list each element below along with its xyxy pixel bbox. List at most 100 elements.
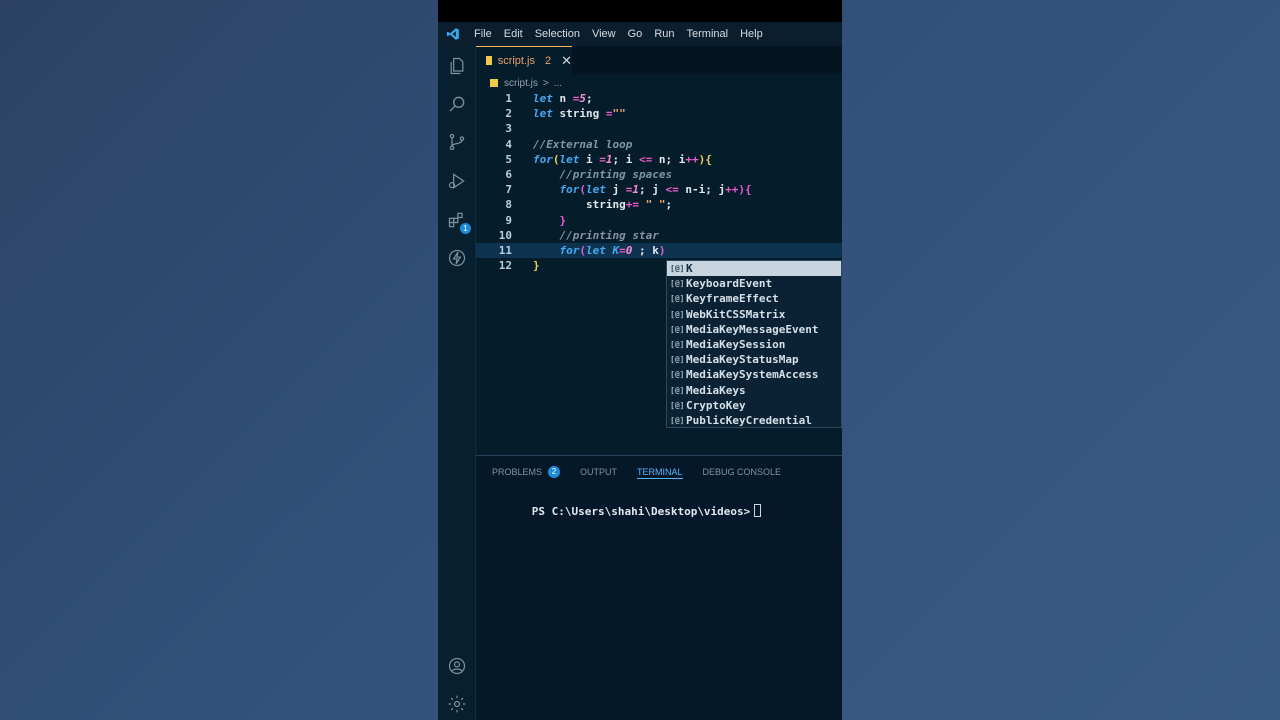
code-token: ; (665, 198, 673, 212)
suggestion-item[interactable]: [@] MediaKeyMessageEvent (667, 322, 841, 337)
code-line[interactable]: 9 } (476, 213, 842, 228)
line-number: 6 (505, 168, 512, 181)
breadcrumb-separator: > (542, 77, 549, 89)
code-line[interactable]: 2 let string ="" (476, 106, 842, 121)
code-line[interactable]: 11 for(let K=0 ; k) (476, 243, 842, 258)
code-token: ++ (725, 183, 739, 197)
suggestion-item[interactable]: [@] KeyboardEvent (667, 276, 841, 291)
breadcrumb-file[interactable]: script.js (504, 78, 538, 89)
suggestion-item[interactable]: [@] MediaKeys (667, 383, 841, 398)
terminal-prompt-line[interactable]: PS C:\Users\shahi\Desktop\videos> (492, 491, 762, 531)
variable-icon: [@] (670, 324, 685, 334)
suggestion-item[interactable]: [@] KeyframeEffect (667, 291, 841, 306)
bottom-panel: PROBLEMS 2 OUTPUT TERMINAL DEBUG CONSOLE… (476, 455, 842, 720)
suggestion-item[interactable]: [@] CryptoKey (667, 398, 841, 413)
suggestion-label: WebKitCSSMatrix (686, 307, 786, 321)
suggestion-item[interactable]: [@] MediaKeyStatusMap (667, 352, 841, 367)
line-number: 5 (505, 152, 512, 166)
menu-selection[interactable]: Selection (529, 28, 586, 40)
tab-debug-console[interactable]: DEBUG CONSOLE (703, 465, 782, 479)
suggestion-item[interactable]: [@] WebKitCSSMatrix (667, 307, 841, 322)
lightning-icon[interactable] (445, 246, 469, 270)
suggestion-label: MediaKeys (686, 383, 746, 397)
line-number: 8 (505, 198, 512, 212)
variable-icon: [@] (670, 309, 685, 319)
window-top-bar (438, 0, 842, 22)
suggestion-item[interactable]: [@] K (667, 261, 841, 277)
close-icon[interactable]: ✕ (561, 53, 572, 69)
tab-problems[interactable]: PROBLEMS 2 (492, 465, 561, 479)
code-text: //printing star (533, 228, 659, 243)
code-token: j (605, 183, 626, 197)
breadcrumb: script.js > ... (490, 76, 562, 90)
code-token: ; k (632, 244, 659, 257)
code-line[interactable]: 3 (476, 121, 842, 136)
code-token: <= (639, 152, 653, 166)
code-token: let (559, 152, 580, 166)
menu-file[interactable]: File (468, 28, 498, 40)
suggestion-widget[interactable]: [@] K [@] KeyboardEvent [@] KeyframeEffect [@]… (666, 260, 842, 428)
tab-output[interactable]: OUTPUT (580, 465, 617, 479)
extensions-icon[interactable]: 1 (445, 208, 471, 234)
code-token: = (619, 244, 626, 257)
code-line[interactable]: 8 string+= " "; (476, 197, 842, 212)
line-number: 2 (505, 107, 512, 121)
code-line[interactable]: 10 //printing star (476, 228, 842, 243)
code-token: 1 (632, 183, 639, 197)
line-number: 12 (498, 259, 512, 273)
menu-terminal[interactable]: Terminal (681, 28, 735, 40)
menu-view[interactable]: View (586, 28, 622, 40)
code-token: let (586, 183, 606, 197)
suggestion-label: MediaKeySystemAccess (686, 368, 819, 382)
code-token: ) (738, 183, 745, 197)
vscode-logo-icon (438, 27, 468, 41)
suggestion-label: KeyframeEffect (686, 292, 779, 306)
code-token: n-i; j (678, 183, 726, 197)
menu-edit[interactable]: Edit (498, 28, 529, 40)
source-control-icon[interactable] (445, 130, 469, 154)
line-number: 10 (498, 228, 512, 242)
suggestion-item[interactable]: [@] PublicKeyCredential (667, 413, 841, 428)
code-token: ++ (685, 152, 699, 166)
tab-script-js[interactable]: script.js 2 ✕ (476, 46, 572, 74)
code-token: for (533, 152, 553, 166)
code-token: { (744, 183, 752, 197)
code-line[interactable]: 6 //printing spaces (476, 167, 842, 182)
suggestion-item[interactable]: [@] MediaKeySystemAccess (667, 367, 841, 382)
code-line[interactable]: 7 for(let j =1; j <= n-i; j++){ (476, 182, 842, 197)
variable-icon: [@] (670, 370, 685, 380)
tab-terminal[interactable]: TERMINAL (637, 465, 683, 479)
suggestion-item[interactable]: [@] MediaKeySession (667, 337, 841, 352)
suggestion-label: MediaKeyStatusMap (686, 353, 799, 367)
run-debug-icon[interactable] (445, 169, 469, 193)
code-line[interactable]: 5 for(let i =1; i <= n; i++){ (476, 152, 842, 167)
explorer-icon[interactable] (445, 54, 469, 78)
code-token: 5 (579, 92, 586, 105)
variable-icon: [@] (670, 294, 685, 304)
activity-bar: 1 (438, 46, 476, 720)
breadcrumb-symbol[interactable]: ... (554, 78, 562, 89)
code-line[interactable]: 4 //External loop (476, 137, 842, 152)
code-token: <= (665, 183, 679, 197)
search-icon[interactable] (445, 92, 469, 116)
menu-help[interactable]: Help (734, 28, 769, 40)
code-text: let n =5; (533, 91, 593, 106)
code-token: ) (658, 244, 666, 257)
gear-icon[interactable] (445, 692, 469, 716)
js-file-icon (490, 79, 498, 87)
account-icon[interactable] (445, 654, 469, 678)
code-text: for(let j =1; j <= n-i; j++){ (533, 182, 752, 197)
menu-run[interactable]: Run (648, 28, 680, 40)
code-token: let (533, 92, 553, 105)
variable-icon: [@] (670, 415, 685, 425)
menu-bar: File Edit Selection View Go Run Terminal… (438, 22, 842, 46)
line-number: 9 (505, 213, 512, 227)
code-line[interactable]: 1 let n =5; (476, 91, 842, 106)
code-token: ; (586, 92, 593, 105)
code-token: += (625, 198, 639, 212)
menu-go[interactable]: Go (622, 28, 649, 40)
js-file-icon (486, 56, 492, 65)
variable-icon: [@] (670, 385, 685, 395)
